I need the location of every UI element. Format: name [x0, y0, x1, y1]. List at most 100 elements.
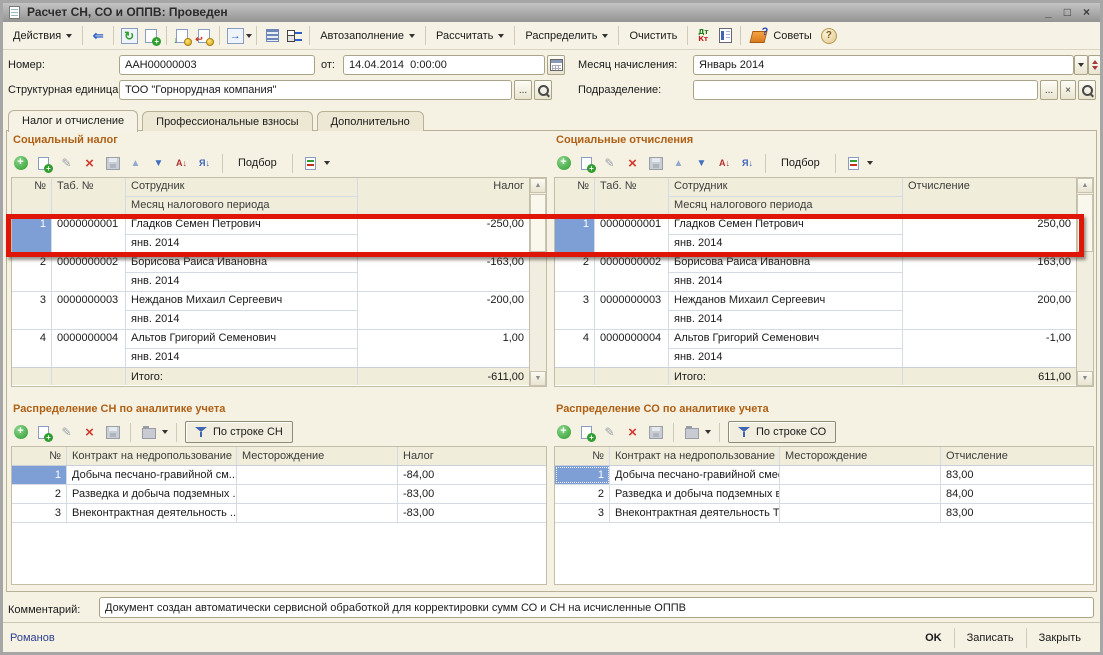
contract-cell[interactable]: Добыча песчано-гравийной смеси	[610, 466, 780, 484]
copy-row-button[interactable]: +	[577, 423, 596, 442]
calendar-button[interactable]	[547, 55, 565, 75]
col-contract[interactable]: Контракт на недропользование	[67, 447, 237, 465]
edit-row-button[interactable]: ✎	[57, 154, 76, 173]
tips-button[interactable]: ?Советы	[745, 24, 817, 47]
amount-cell[interactable]: 250,00	[903, 216, 1076, 253]
end-edit-button[interactable]	[103, 423, 122, 442]
col-tab[interactable]: Таб. №	[52, 178, 126, 215]
row-num-cell[interactable]: 1	[12, 466, 67, 484]
row-num-cell[interactable]: 3	[555, 292, 595, 329]
amount-cell[interactable]: -250,00	[358, 216, 529, 253]
amount-cell[interactable]: -200,00	[358, 292, 529, 329]
amount-cell[interactable]: 83,00	[941, 466, 1093, 484]
scroll-up-button[interactable]: ▲	[1077, 178, 1093, 193]
field-cell[interactable]	[237, 466, 398, 484]
chevron-down-icon[interactable]	[867, 161, 873, 165]
amount-cell[interactable]: -163,00	[358, 254, 529, 291]
row-num-cell[interactable]: 2	[12, 254, 52, 291]
scrollbar[interactable]: ▲ ▼	[529, 178, 546, 386]
folder-menu-button[interactable]	[139, 423, 158, 442]
col-num[interactable]: №	[12, 447, 67, 465]
end-edit-button[interactable]	[646, 154, 665, 173]
scroll-down-button[interactable]: ▼	[530, 371, 546, 386]
refresh-button[interactable]: ↻	[118, 25, 140, 47]
department-field[interactable]	[693, 80, 1038, 100]
row-num-cell[interactable]: 3	[12, 292, 52, 329]
amount-cell[interactable]: -84,00	[398, 466, 546, 484]
col-contract[interactable]: Контракт на недропользование	[610, 447, 780, 465]
pick-button[interactable]: Подбор	[774, 154, 827, 172]
write-button[interactable]: Записать	[954, 628, 1026, 648]
table-row[interactable]: 3 Внеконтрактная деятельность ... -83,00	[12, 504, 546, 523]
org-ellipsis-button[interactable]: ...	[514, 80, 532, 100]
employee-cell[interactable]: Альтов Григорий Семеновичянв. 2014	[669, 330, 903, 367]
contract-cell[interactable]: Разведка и добыча подземных в...	[610, 485, 780, 503]
col-amount[interactable]: Налог	[398, 447, 546, 465]
pick-button[interactable]: Подбор	[231, 154, 284, 172]
contract-cell[interactable]: Разведка и добыча подземных ...	[67, 485, 237, 503]
employee-cell[interactable]: Нежданов Михаил Сергеевичянв. 2014	[669, 292, 903, 329]
col-tab[interactable]: Таб. №	[595, 178, 669, 215]
table-row[interactable]: 2 Разведка и добыча подземных ... -83,00	[12, 485, 546, 504]
tab-additional[interactable]: Дополнительно	[317, 111, 424, 131]
tab-number-cell[interactable]: 0000000003	[595, 292, 669, 329]
table-row[interactable]: 1 Добыча песчано-гравийной смеси 83,00	[555, 466, 1093, 485]
post-document-button[interactable]: ⇐	[87, 25, 109, 47]
sort-desc-button[interactable]: Я↓	[738, 154, 757, 173]
date-field[interactable]	[343, 55, 545, 75]
help-button[interactable]: ?	[818, 25, 840, 47]
amount-cell[interactable]: 200,00	[903, 292, 1076, 329]
tab-number-cell[interactable]: 0000000004	[595, 330, 669, 367]
amount-cell[interactable]: -1,00	[903, 330, 1076, 367]
comment-field[interactable]	[99, 597, 1094, 618]
end-edit-button[interactable]	[103, 154, 122, 173]
col-num[interactable]: №	[555, 447, 610, 465]
tab-number-cell[interactable]: 0000000002	[52, 254, 126, 291]
col-amount[interactable]: Отчисление	[941, 447, 1093, 465]
move-down-button[interactable]: ▼	[149, 154, 168, 173]
tab-number-cell[interactable]: 0000000001	[595, 216, 669, 253]
table-row[interactable]: 1 Добыча песчано-гравийной см... -84,00	[12, 466, 546, 485]
table-row[interactable]: 4 0000000004 Альтов Григорий Семеновичян…	[12, 330, 529, 368]
edit-row-button[interactable]: ✎	[600, 154, 619, 173]
add-row-button[interactable]: +	[554, 423, 573, 442]
row-num-cell[interactable]: 3	[555, 504, 610, 522]
copy-row-button[interactable]: +	[34, 423, 53, 442]
close-form-button[interactable]: Закрыть	[1026, 628, 1093, 648]
distribute-button[interactable]: Распределить	[519, 26, 614, 46]
contract-cell[interactable]: Внеконтрактная деятельность Т...	[610, 504, 780, 522]
delete-row-button[interactable]: ×	[623, 423, 642, 442]
copy-document-button[interactable]: +	[140, 25, 162, 47]
col-amount[interactable]: Налог	[358, 178, 529, 215]
end-edit-button[interactable]	[646, 423, 665, 442]
employee-cell[interactable]: Борисова Раиса Ивановнаянв. 2014	[126, 254, 358, 291]
row-num-cell[interactable]: 1	[555, 466, 610, 484]
move-down-button[interactable]: ▼	[692, 154, 711, 173]
tab-professional-contributions[interactable]: Профессиональные взносы	[142, 111, 312, 131]
row-num-cell[interactable]: 1	[555, 216, 595, 253]
report-button[interactable]	[714, 25, 736, 47]
amount-cell[interactable]: 83,00	[941, 504, 1093, 522]
add-row-button[interactable]: +	[554, 154, 573, 173]
field-cell[interactable]	[237, 485, 398, 503]
goto-button[interactable]: →	[224, 25, 246, 47]
scroll-thumb[interactable]	[1077, 194, 1093, 252]
copy-row-button[interactable]: +	[577, 154, 596, 173]
move-up-button[interactable]: ▲	[669, 154, 688, 173]
tab-number-cell[interactable]: 0000000001	[52, 216, 126, 253]
table-row[interactable]: 2 Разведка и добыча подземных в... 84,00	[555, 485, 1093, 504]
department-ellipsis-button[interactable]: ...	[1040, 80, 1058, 100]
employee-cell[interactable]: Борисова Раиса Ивановнаянв. 2014	[669, 254, 903, 291]
close-button[interactable]: ×	[1083, 5, 1090, 19]
employee-cell[interactable]: Нежданов Михаил Сергеевичянв. 2014	[126, 292, 358, 329]
chevron-down-icon[interactable]	[324, 161, 330, 165]
tab-number-cell[interactable]: 0000000004	[52, 330, 126, 367]
autofill-button[interactable]: Автозаполнение	[314, 26, 421, 46]
table-row[interactable]: 1 0000000001 Гладков Семен Петровичянв. …	[12, 216, 529, 254]
row-num-cell[interactable]: 4	[12, 330, 52, 367]
list-settings-button[interactable]	[283, 25, 305, 47]
department-search-button[interactable]	[1078, 80, 1096, 100]
row-num-cell[interactable]: 2	[555, 485, 610, 503]
ok-button[interactable]: OK	[913, 628, 954, 648]
chevron-down-icon[interactable]	[705, 430, 711, 434]
